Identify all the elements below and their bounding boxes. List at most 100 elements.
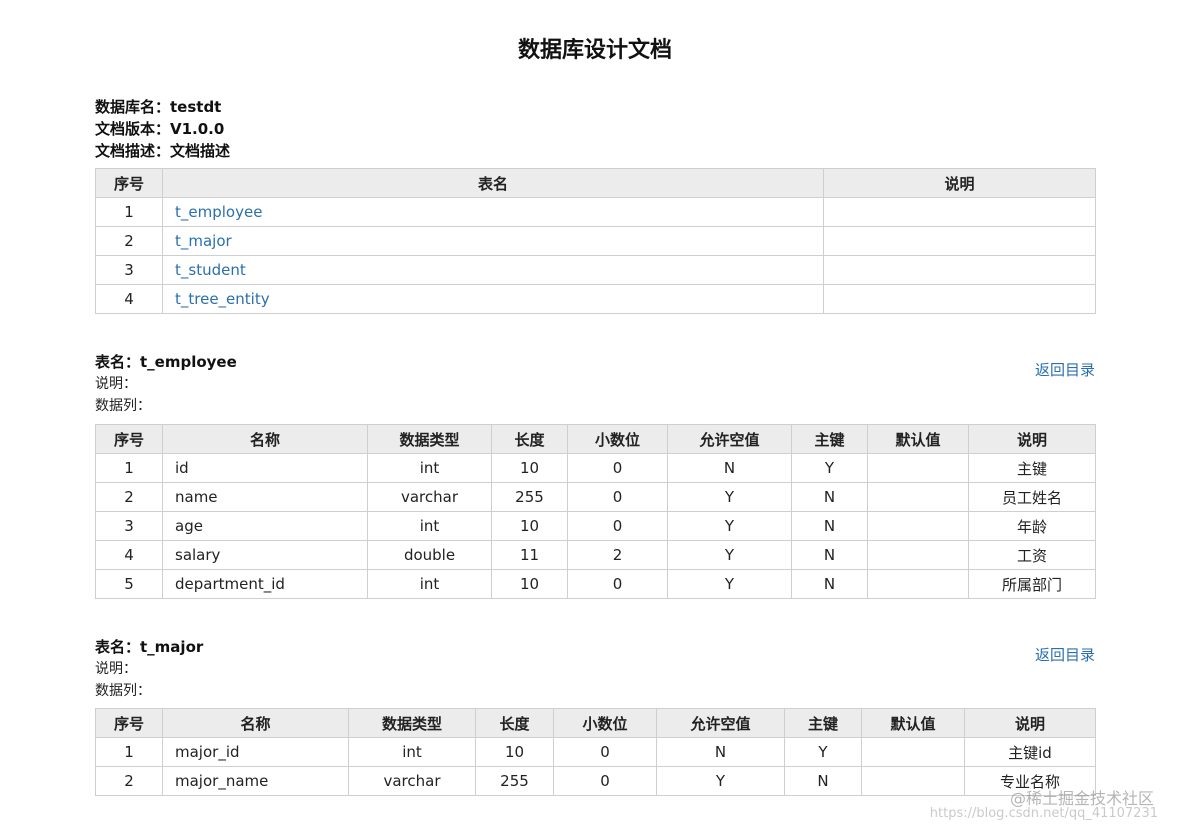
back-to-toc-link[interactable]: 返回目录 xyxy=(1035,359,1095,380)
cell-scale: 0 xyxy=(567,482,668,512)
db-name: 数据库名：testdt xyxy=(95,98,222,116)
cell-default xyxy=(861,737,965,767)
toc-name-cell: t_student xyxy=(162,255,824,285)
col-header-type: 数据类型 xyxy=(348,708,476,738)
toc-link-t-student[interactable]: t_student xyxy=(175,261,246,279)
cell-no: 3 xyxy=(95,511,163,541)
cell-pk: Y xyxy=(791,453,868,483)
cell-desc: 主键id xyxy=(964,737,1096,767)
col-header-pk: 主键 xyxy=(784,708,862,738)
cell-default xyxy=(867,569,969,599)
table-row: 1 major_id int 10 0 N Y 主键id xyxy=(95,737,1096,767)
cell-no: 1 xyxy=(95,453,163,483)
toc-desc xyxy=(823,197,1096,227)
section-desc: 说明： xyxy=(95,376,137,392)
cell-type: int xyxy=(348,737,476,767)
cell-type: int xyxy=(367,511,492,541)
back-to-toc-link[interactable]: 返回目录 xyxy=(1035,644,1095,665)
col-header-length: 长度 xyxy=(475,708,554,738)
toc-link-t-major[interactable]: t_major xyxy=(175,232,232,250)
col-header-desc: 说明 xyxy=(968,424,1096,454)
cell-type: double xyxy=(367,540,492,570)
cell-pk: N xyxy=(784,766,862,796)
col-header-default: 默认值 xyxy=(861,708,965,738)
toc-row: 4 t_tree_entity xyxy=(95,284,1096,314)
doc-version: 文档版本：V1.0.0 xyxy=(95,120,225,138)
cell-scale: 0 xyxy=(553,766,657,796)
table-row: 1 id int 10 0 N Y 主键 xyxy=(95,453,1096,483)
toc-link-t-tree-entity[interactable]: t_tree_entity xyxy=(175,290,270,308)
cell-nullable: Y xyxy=(667,540,792,570)
cell-no: 2 xyxy=(95,766,163,796)
toc-row: 2 t_major xyxy=(95,226,1096,256)
cell-nullable: Y xyxy=(656,766,785,796)
toc-table: 序号 表名 说明 1 t_employee 2 t_major 3 t_stud… xyxy=(95,168,1096,314)
toc-desc xyxy=(823,226,1096,256)
toc-row: 3 t_student xyxy=(95,255,1096,285)
table-row: 3 age int 10 0 Y N 年龄 xyxy=(95,511,1096,541)
col-header-name: 名称 xyxy=(162,708,349,738)
columns-header-row: 序号 名称 数据类型 长度 小数位 允许空值 主键 默认值 说明 xyxy=(95,708,1096,738)
cell-nullable: N xyxy=(667,453,792,483)
cell-pk: N xyxy=(791,482,868,512)
cell-name: id xyxy=(162,453,368,483)
col-header-length: 长度 xyxy=(491,424,568,454)
cell-no: 2 xyxy=(95,482,163,512)
cell-scale: 0 xyxy=(567,453,668,483)
cell-name: major_name xyxy=(162,766,349,796)
section-header-t-major: 表名：t_major 说明： 数据列： 返回目录 xyxy=(95,636,1095,702)
cell-length: 10 xyxy=(475,737,554,767)
toc-link-t-employee[interactable]: t_employee xyxy=(175,203,262,221)
cell-scale: 2 xyxy=(567,540,668,570)
columns-header-row: 序号 名称 数据类型 长度 小数位 允许空值 主键 默认值 说明 xyxy=(95,424,1096,454)
cell-default xyxy=(861,766,965,796)
section-title: 表名：t_employee xyxy=(95,353,237,371)
col-header-default: 默认值 xyxy=(867,424,969,454)
cell-nullable: Y xyxy=(667,569,792,599)
cell-length: 11 xyxy=(491,540,568,570)
cell-name: department_id xyxy=(162,569,368,599)
toc-header-no: 序号 xyxy=(95,168,163,198)
doc-description: 文档描述：文档描述 xyxy=(95,142,231,160)
cell-no: 4 xyxy=(95,540,163,570)
toc-desc xyxy=(823,255,1096,285)
cell-length: 10 xyxy=(491,511,568,541)
cell-scale: 0 xyxy=(553,737,657,767)
table-row: 2 name varchar 255 0 Y N 员工姓名 xyxy=(95,482,1096,512)
doc-meta: 数据库名：testdt 文档版本：V1.0.0 文档描述：文档描述 xyxy=(95,96,230,162)
cell-default xyxy=(867,540,969,570)
col-header-name: 名称 xyxy=(162,424,368,454)
toc-row: 1 t_employee xyxy=(95,197,1096,227)
cell-length: 255 xyxy=(475,766,554,796)
section-title: 表名：t_major xyxy=(95,638,204,656)
cell-name: name xyxy=(162,482,368,512)
col-header-nullable: 允许空值 xyxy=(656,708,785,738)
cell-no: 1 xyxy=(95,737,163,767)
col-header-nullable: 允许空值 xyxy=(667,424,792,454)
cell-type: varchar xyxy=(348,766,476,796)
col-header-scale: 小数位 xyxy=(553,708,657,738)
cell-desc: 员工姓名 xyxy=(968,482,1096,512)
cell-scale: 0 xyxy=(567,569,668,599)
cell-default xyxy=(867,482,969,512)
section-header-t-employee: 表名：t_employee 说明： 数据列： 返回目录 xyxy=(95,351,1095,417)
col-header-no: 序号 xyxy=(95,708,163,738)
cell-length: 255 xyxy=(491,482,568,512)
toc-name-cell: t_employee xyxy=(162,197,824,227)
table-row: 4 salary double 11 2 Y N 工资 xyxy=(95,540,1096,570)
toc-desc xyxy=(823,284,1096,314)
table-row: 5 department_id int 10 0 Y N 所属部门 xyxy=(95,569,1096,599)
cell-desc: 年龄 xyxy=(968,511,1096,541)
section-desc: 说明： xyxy=(95,661,137,677)
cell-length: 10 xyxy=(491,569,568,599)
cell-type: int xyxy=(367,569,492,599)
col-header-no: 序号 xyxy=(95,424,163,454)
cell-default xyxy=(867,511,969,541)
watermark-url: https://blog.csdn.net/qq_41107231 xyxy=(929,806,1158,821)
toc-header-name: 表名 xyxy=(162,168,824,198)
cell-pk: Y xyxy=(784,737,862,767)
cell-no: 5 xyxy=(95,569,163,599)
columns-table-t-employee: 序号 名称 数据类型 长度 小数位 允许空值 主键 默认值 说明 1 id in… xyxy=(95,424,1096,599)
cell-nullable: Y xyxy=(667,511,792,541)
page-title: 数据库设计文档 xyxy=(517,38,672,63)
